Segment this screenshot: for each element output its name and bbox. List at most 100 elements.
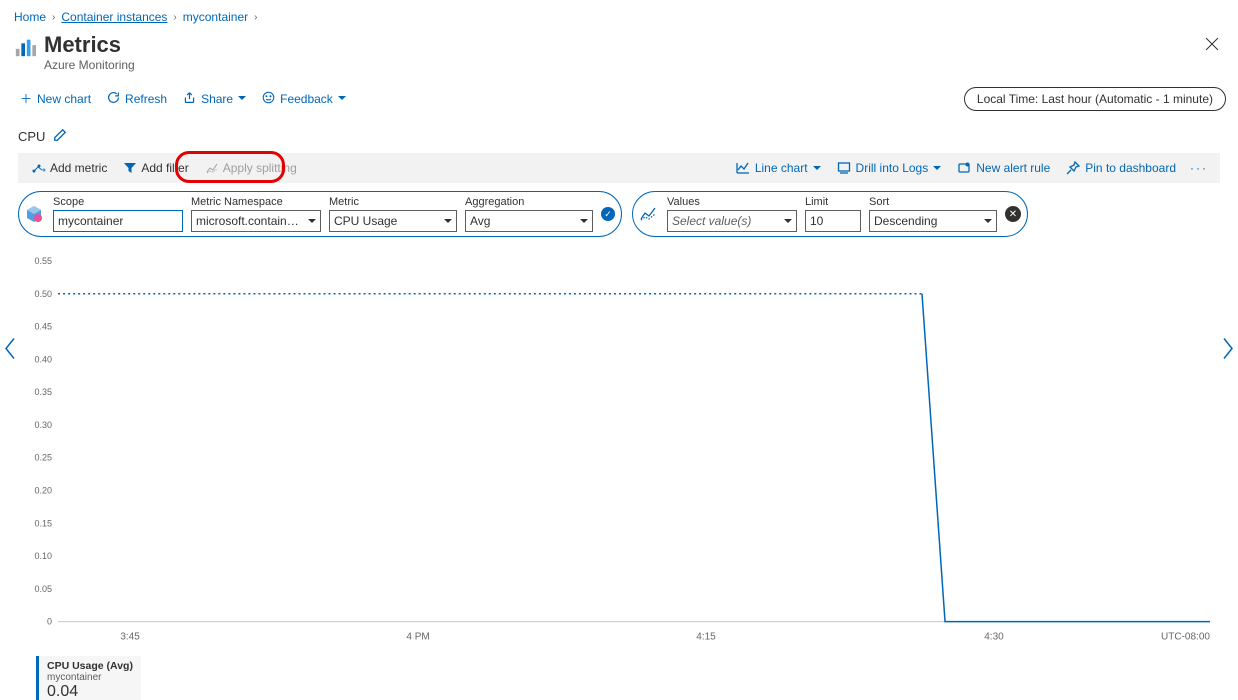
breadcrumb-mycontainer[interactable]: mycontainer xyxy=(183,10,248,24)
limit-input[interactable]: 10 xyxy=(805,210,861,232)
resource-icon xyxy=(23,203,45,225)
namespace-label: Metric Namespace xyxy=(191,196,321,208)
drill-icon xyxy=(837,161,851,175)
refresh-button[interactable]: Refresh xyxy=(99,87,175,111)
time-range-picker[interactable]: Local Time: Last hour (Automatic - 1 min… xyxy=(964,87,1226,111)
svg-text:0.15: 0.15 xyxy=(35,518,53,528)
new-alert-label: New alert rule xyxy=(976,161,1050,175)
sort-label: Sort xyxy=(869,196,997,208)
svg-text:0.40: 0.40 xyxy=(35,354,53,364)
pin-icon xyxy=(1066,161,1080,175)
aggregation-value: Avg xyxy=(470,214,490,228)
split-pill-icon xyxy=(637,203,659,225)
svg-text:0.05: 0.05 xyxy=(35,584,53,594)
sort-select[interactable]: Descending xyxy=(869,210,997,232)
chart-title-row: CPU xyxy=(0,120,1238,153)
refresh-icon xyxy=(107,91,120,107)
breadcrumb-container-instances[interactable]: Container instances xyxy=(61,10,167,24)
edit-icon[interactable] xyxy=(53,128,67,145)
chevron-right-icon: › xyxy=(173,12,176,23)
chevron-down-icon xyxy=(444,219,452,227)
scope-value: mycontainer xyxy=(58,214,123,228)
chevron-down-icon xyxy=(338,96,346,104)
apply-splitting-label: Apply splitting xyxy=(223,161,297,175)
svg-text:0.30: 0.30 xyxy=(35,420,53,430)
feedback-button[interactable]: Feedback xyxy=(254,87,354,111)
legend-resource-name: mycontainer xyxy=(47,672,133,683)
svg-text:0.55: 0.55 xyxy=(35,256,53,266)
line-chart[interactable]: 00.050.100.150.200.250.300.350.400.450.5… xyxy=(18,251,1220,652)
limit-label: Limit xyxy=(805,196,861,208)
page-subtitle: Azure Monitoring xyxy=(44,58,135,72)
share-button[interactable]: Share xyxy=(175,87,254,111)
add-filter-label: Add filter xyxy=(141,161,188,175)
confirm-query-button[interactable]: ✓ xyxy=(601,207,615,221)
line-chart-label: Line chart xyxy=(755,161,808,175)
new-chart-button[interactable]: ＋ New chart xyxy=(12,86,99,111)
chevron-down-icon xyxy=(238,96,246,104)
apply-splitting-button[interactable]: Apply splitting xyxy=(197,157,305,179)
page-header: Metrics Azure Monitoring xyxy=(0,30,1238,82)
namespace-value: microsoft.containerinst... xyxy=(196,214,302,228)
svg-text:4:15: 4:15 xyxy=(696,632,716,643)
svg-text:0.45: 0.45 xyxy=(35,322,53,332)
line-chart-button[interactable]: Line chart xyxy=(728,157,829,179)
alert-icon xyxy=(957,161,971,175)
aggregation-select[interactable]: Avg xyxy=(465,210,593,232)
chart-area: 00.050.100.150.200.250.300.350.400.450.5… xyxy=(18,251,1220,652)
line-chart-icon xyxy=(736,161,750,175)
svg-text:0.10: 0.10 xyxy=(35,551,53,561)
chevron-down-icon xyxy=(784,219,792,227)
svg-text:0.35: 0.35 xyxy=(35,387,53,397)
plus-icon: ＋ xyxy=(20,90,32,107)
filter-icon xyxy=(123,161,137,175)
svg-text:4 PM: 4 PM xyxy=(406,632,429,643)
metric-value: CPU Usage xyxy=(334,214,397,228)
namespace-select[interactable]: microsoft.containerinst... xyxy=(191,210,321,232)
split-icon xyxy=(205,161,219,175)
new-chart-label: New chart xyxy=(37,92,91,106)
command-bar: ＋ New chart Refresh Share Feedback Local… xyxy=(0,82,1238,120)
drill-logs-label: Drill into Logs xyxy=(856,161,929,175)
split-query-pill: Values Select value(s) Limit 10 Sort Des… xyxy=(632,191,1028,237)
chevron-right-icon: › xyxy=(254,12,257,23)
legend-series-name: CPU Usage (Avg) xyxy=(47,660,133,672)
chevron-down-icon xyxy=(308,219,316,227)
add-metric-icon xyxy=(32,161,46,175)
new-alert-button[interactable]: New alert rule xyxy=(949,157,1058,179)
chevron-down-icon xyxy=(580,219,588,227)
svg-text:3:45: 3:45 xyxy=(120,632,140,643)
chart-title: CPU xyxy=(18,129,45,144)
chevron-down-icon xyxy=(984,219,992,227)
metric-select[interactable]: CPU Usage xyxy=(329,210,457,232)
metric-label: Metric xyxy=(329,196,457,208)
more-button[interactable]: ··· xyxy=(1184,161,1214,175)
drill-logs-button[interactable]: Drill into Logs xyxy=(829,157,950,179)
pin-button[interactable]: Pin to dashboard xyxy=(1058,157,1184,179)
svg-text:0.50: 0.50 xyxy=(35,289,53,299)
svg-text:0: 0 xyxy=(47,617,52,627)
pin-label: Pin to dashboard xyxy=(1085,161,1176,175)
svg-text:UTC-08:00: UTC-08:00 xyxy=(1161,632,1210,643)
values-select[interactable]: Select value(s) xyxy=(667,210,797,232)
close-button[interactable] xyxy=(1200,32,1224,56)
add-metric-button[interactable]: Add metric xyxy=(24,157,115,179)
svg-text:0.20: 0.20 xyxy=(35,485,53,495)
feedback-label: Feedback xyxy=(280,92,333,106)
metric-query-pill: Scope mycontainer Metric Namespace micro… xyxy=(18,191,622,237)
query-row: Scope mycontainer Metric Namespace micro… xyxy=(0,183,1238,241)
remove-split-button[interactable]: ✕ xyxy=(1005,206,1021,222)
legend-card[interactable]: CPU Usage (Avg) mycontainer 0.04 xyxy=(36,656,141,700)
values-value: Select value(s) xyxy=(672,214,751,228)
scope-label: Scope xyxy=(53,196,183,208)
breadcrumb-home[interactable]: Home xyxy=(14,10,46,24)
next-page-button[interactable] xyxy=(1221,337,1235,364)
add-filter-button[interactable]: Add filter xyxy=(115,157,196,179)
share-icon xyxy=(183,91,196,107)
chart-toolbar: Add metric Add filter Apply splitting Li… xyxy=(18,153,1220,183)
feedback-icon xyxy=(262,91,275,107)
metrics-icon xyxy=(14,36,36,58)
breadcrumb: Home › Container instances › mycontainer… xyxy=(0,0,1238,30)
scope-select[interactable]: mycontainer xyxy=(53,210,183,232)
prev-page-button[interactable] xyxy=(3,337,17,364)
